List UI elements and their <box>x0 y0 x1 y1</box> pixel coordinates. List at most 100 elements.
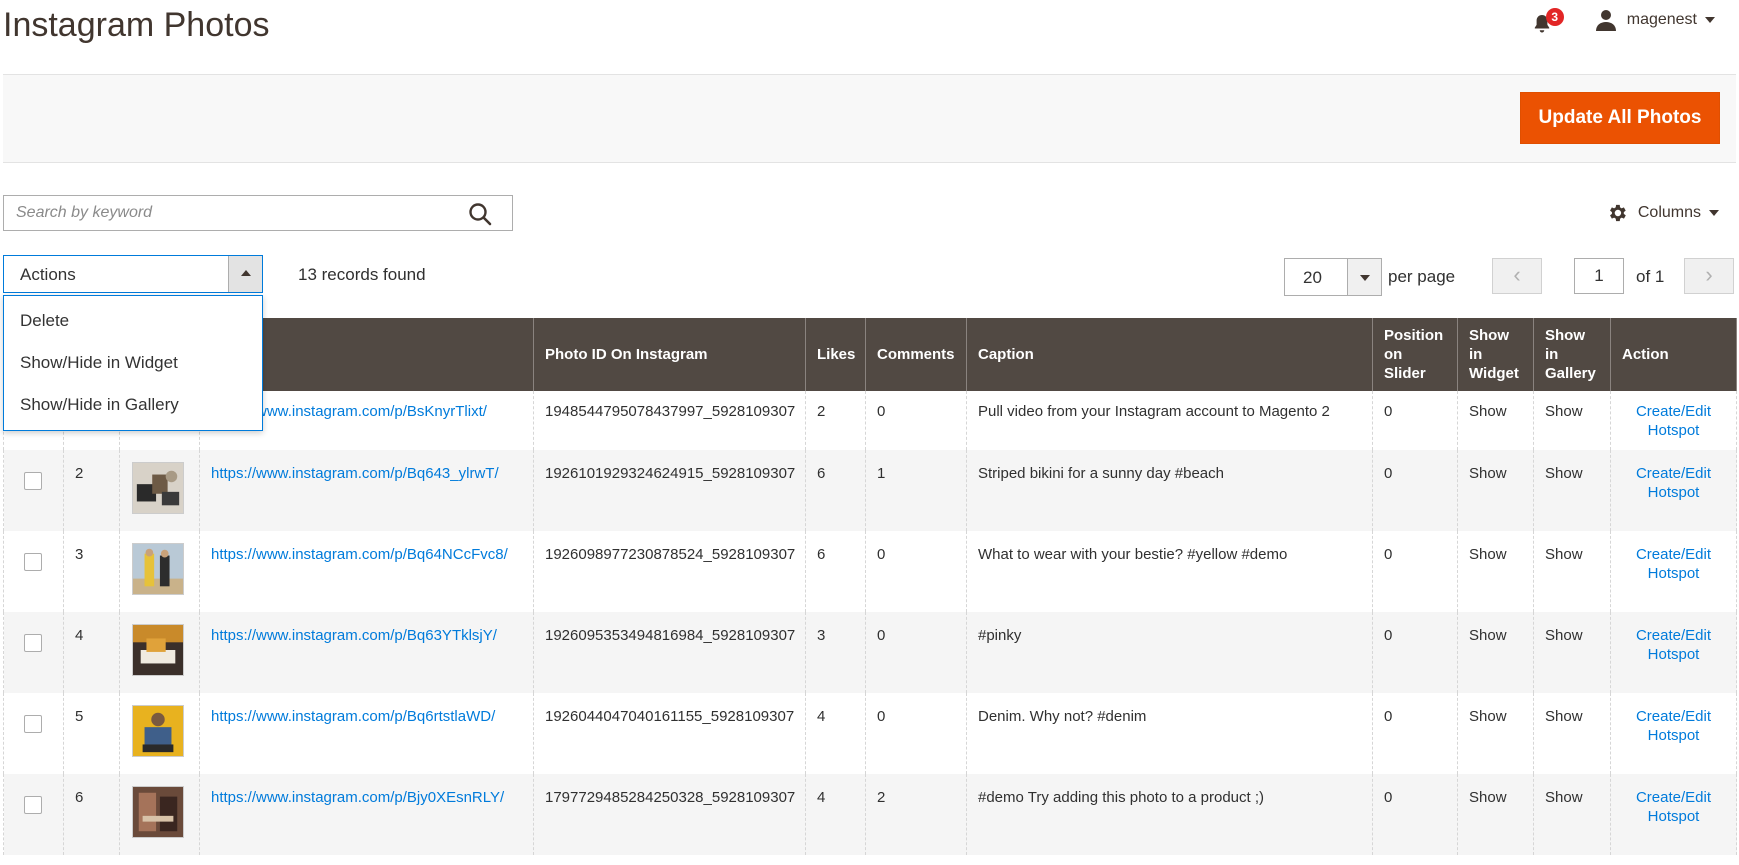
create-edit-hotspot-link[interactable]: Create/Edit Hotspot <box>1636 465 1711 501</box>
page-total: of 1 <box>1636 267 1665 286</box>
columns-button[interactable]: Columns <box>1606 202 1719 224</box>
cell-action: Create/Edit Hotspot <box>1610 450 1737 531</box>
create-edit-hotspot-link[interactable]: Create/Edit Hotspot <box>1636 546 1711 582</box>
create-edit-hotspot-link[interactable]: Create/Edit Hotspot <box>1636 627 1711 663</box>
photo-thumbnail[interactable] <box>132 462 184 514</box>
chevron-down-icon[interactable] <box>1347 259 1381 295</box>
cell-action: Create/Edit Hotspot <box>1610 391 1737 450</box>
page-number-input[interactable] <box>1574 258 1624 294</box>
actions-label: Actions <box>20 265 76 284</box>
notifications-button[interactable]: 3 <box>1533 8 1564 33</box>
cell-link: https://www.instagram.com/p/Bq643_ylrwT/ <box>199 450 534 531</box>
table-row[interactable]: 4 https://www.instagram.com/p/Bq63YTklsj… <box>3 612 1737 693</box>
cell-comments: 0 <box>865 693 967 774</box>
instagram-link[interactable]: https://www.instagram.com/p/Bq6rtstlaWD/ <box>211 708 495 725</box>
cell-show-widget: Show <box>1457 693 1534 774</box>
column-header-show-widget[interactable]: Show in Widget <box>1457 318 1534 391</box>
cell-show-gallery: Show <box>1533 693 1611 774</box>
column-header-likes[interactable]: Likes <box>805 318 866 391</box>
cell-comments: 0 <box>865 612 967 693</box>
actions-dropdown[interactable]: Actions <box>3 255 263 293</box>
row-select-cell <box>3 531 64 612</box>
cell-position: 0 <box>1372 612 1458 693</box>
search-box <box>3 195 513 231</box>
column-header-comments[interactable]: Comments <box>865 318 967 391</box>
cell-id: 2 <box>63 450 120 531</box>
instagram-link[interactable]: https://www.instagram.com/p/Bjy0XEsnRLY/ <box>211 789 504 806</box>
photo-thumbnail[interactable] <box>132 786 184 838</box>
cell-comments: 0 <box>865 391 967 450</box>
cell-position: 0 <box>1372 391 1458 450</box>
column-header-show-gallery[interactable]: Show in Gallery <box>1533 318 1611 391</box>
create-edit-hotspot-link[interactable]: Create/Edit Hotspot <box>1636 789 1711 825</box>
cell-image <box>119 531 200 612</box>
page-title: Instagram Photos <box>3 6 270 44</box>
cell-likes: 4 <box>805 693 866 774</box>
cell-show-widget: Show <box>1457 531 1534 612</box>
cell-likes: 2 <box>805 391 866 450</box>
row-checkbox[interactable] <box>24 553 42 571</box>
photo-thumbnail[interactable] <box>132 705 184 757</box>
row-checkbox[interactable] <box>24 715 42 733</box>
row-select-cell <box>3 693 64 774</box>
column-header-photo-id[interactable]: Photo ID On Instagram <box>533 318 806 391</box>
action-toggle-gallery[interactable]: Show/Hide in Gallery <box>4 384 262 426</box>
table-row[interactable]: 1 https://www.instagram.com/p/BsKnyrTlix… <box>3 391 1737 450</box>
cell-link: https://www.instagram.com/p/Bjy0XEsnRLY/ <box>199 774 534 855</box>
cell-show-widget: Show <box>1457 774 1534 855</box>
update-all-photos-button[interactable]: Update All Photos <box>1520 92 1720 144</box>
cell-image <box>119 612 200 693</box>
column-header-caption[interactable]: Caption <box>966 318 1373 391</box>
cell-position: 0 <box>1372 774 1458 855</box>
table-row[interactable]: 3 https://www.instagram.com/p/Bq64NCcFvc… <box>3 531 1737 612</box>
row-checkbox[interactable] <box>24 796 42 814</box>
table-row[interactable]: 5 https://www.instagram.com/p/Bq6rtstlaW… <box>3 693 1737 774</box>
photo-thumbnail[interactable] <box>132 543 184 595</box>
cell-likes: 3 <box>805 612 866 693</box>
gear-icon <box>1609 204 1626 222</box>
cell-caption: #demo Try adding this photo to a product… <box>966 774 1373 855</box>
cell-show-widget: Show <box>1457 612 1534 693</box>
records-count: 13 records found <box>298 265 426 284</box>
cell-photo-id: 1926044047040161155_5928109307 <box>533 693 806 774</box>
instagram-link[interactable]: https://www.instagram.com/p/Bq643_ylrwT/ <box>211 465 499 482</box>
chevron-down-icon <box>1705 17 1715 23</box>
table-row[interactable]: 2 https://www.instagram.com/p/Bq643_ylrw… <box>3 450 1737 531</box>
cell-id: 3 <box>63 531 120 612</box>
instagram-link[interactable]: https://www.instagram.com/p/Bq64NCcFvc8/ <box>211 546 508 563</box>
per-page-select[interactable]: 20 <box>1284 258 1382 296</box>
search-input[interactable] <box>4 196 478 230</box>
user-icon <box>1595 10 1616 31</box>
create-edit-hotspot-link[interactable]: Create/Edit Hotspot <box>1636 708 1711 744</box>
action-toggle-widget[interactable]: Show/Hide in Widget <box>4 342 262 384</box>
chevron-down-icon <box>1709 210 1719 216</box>
row-checkbox[interactable] <box>24 472 42 490</box>
cell-caption: What to wear with your bestie? #yellow #… <box>966 531 1373 612</box>
cell-action: Create/Edit Hotspot <box>1610 774 1737 855</box>
create-edit-hotspot-link[interactable]: Create/Edit Hotspot <box>1636 403 1711 439</box>
cell-show-gallery: Show <box>1533 391 1611 450</box>
per-page-value: 20 <box>1303 268 1322 287</box>
chevron-up-icon[interactable] <box>228 256 262 292</box>
instagram-link[interactable]: https://www.instagram.com/p/Bq63YTklsjY/ <box>211 627 497 644</box>
cell-position: 0 <box>1372 693 1458 774</box>
cell-action: Create/Edit Hotspot <box>1610 693 1737 774</box>
search-icon[interactable] <box>468 202 492 226</box>
table-header-row: Photo ID On Instagram Likes Comments Cap… <box>3 318 1737 391</box>
cell-caption: #pinky <box>966 612 1373 693</box>
next-page-button[interactable]: › <box>1684 258 1734 294</box>
action-delete[interactable]: Delete <box>4 300 262 342</box>
photo-thumbnail[interactable] <box>132 624 184 676</box>
actions-menu: Delete Show/Hide in Widget Show/Hide in … <box>3 295 263 431</box>
prev-page-button[interactable]: ‹ <box>1492 258 1542 294</box>
cell-id: 5 <box>63 693 120 774</box>
table-row[interactable]: 6 https://www.instagram.com/p/Bjy0XEsnRL… <box>3 774 1737 855</box>
cell-link: https://www.instagram.com/p/Bq64NCcFvc8/ <box>199 531 534 612</box>
cell-position: 0 <box>1372 531 1458 612</box>
cell-likes: 6 <box>805 531 866 612</box>
column-header-position[interactable]: Position on Slider <box>1372 318 1458 391</box>
header-right: 3 magenest <box>1533 8 1715 33</box>
cell-caption: Pull video from your Instagram account t… <box>966 391 1373 450</box>
user-menu[interactable]: magenest <box>1595 9 1715 31</box>
row-checkbox[interactable] <box>24 634 42 652</box>
